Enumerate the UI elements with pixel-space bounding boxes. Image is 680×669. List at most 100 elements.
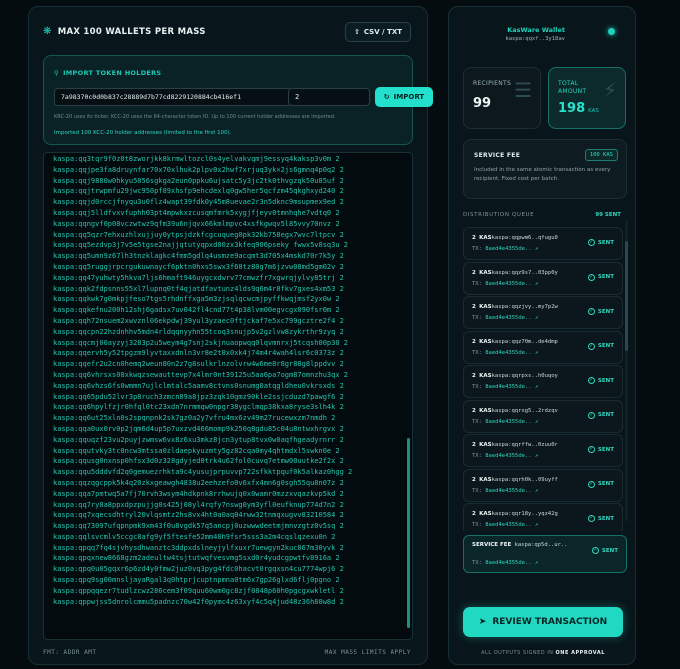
queue-item-status-text: SENT xyxy=(597,515,614,522)
wallet-status-dot xyxy=(608,28,615,35)
queue-item-status-text: SENT xyxy=(597,239,614,246)
queue-item-status: ✓ SENT xyxy=(587,446,614,453)
address-line: kaspa:qpq9sg00mnsljayaRgal3q0htprjcuptnp… xyxy=(53,576,340,585)
check-icon: ✓ xyxy=(587,342,595,350)
queue-item-tx-hash[interactable]: 8aed4e4355de.. xyxy=(485,384,531,390)
batch-input-panel: ❋ MAX 100 WALLETS PER MASS ⇧ CSV / TXT ⚲… xyxy=(28,6,433,665)
address-textarea[interactable]: kaspa:qq3tqr9f0z0t8zworjkk8krmwltozcl0s4… xyxy=(43,152,413,640)
queue-item-tx-hash[interactable]: 8aed4e4355de.. xyxy=(485,246,531,252)
total-label-line2: AMOUNT xyxy=(558,88,587,95)
address-line: kaspa:qq73097ufqpnpmk9xm43f0u8vgdk57q5an… xyxy=(53,522,344,531)
queue-item-tx-hash[interactable]: 8aed4e4355de.. xyxy=(485,488,531,494)
queue-item-status: ✓ SENT xyxy=(587,377,614,384)
address-line: kaspa:qqutvky3tc0ncw3mtssa0zldaepkyuzmty… xyxy=(53,446,340,455)
service-item-label: SERVICE FEE xyxy=(472,542,512,548)
import-button[interactable]: ↻ IMPORT xyxy=(375,87,433,107)
external-link-icon[interactable]: ↗ xyxy=(535,560,538,566)
service-item-tx-hash[interactable]: 8aed4e4355de.. xyxy=(485,560,531,566)
address-line: kaspa:qqjpe3fa8druynfar70x70xlhuk2plpv0x… xyxy=(53,165,344,174)
check-icon: ✓ xyxy=(587,480,595,488)
address-line: kaspa:qqa7pmtwq5a7fj70rvh3wsym4hdkpnk8rr… xyxy=(53,489,344,498)
address-line: kaspa:qqu5dddvfd2q0gemuezrhkta9c4yusujpr… xyxy=(53,468,353,477)
address-line: kaspa:qq6ut25xln0s2spqnpnk2sk7gz0a2y7vfr… xyxy=(53,414,336,423)
queue-item-tx-hash[interactable]: 8aed4e4355de.. xyxy=(485,350,531,356)
check-icon: ✓ xyxy=(587,273,595,281)
address-line: kaspa:qqlsvcmlv5ccgc8afg9yf5ftesfe52mm40… xyxy=(53,532,336,541)
format-hint: FMT: ADDR AMT xyxy=(43,649,97,656)
queue-item-line: 2 KASkaspa:qqpwm6..qfugu0 xyxy=(472,235,558,241)
queue-title: DISTRIBUTION QUEUE xyxy=(463,212,535,218)
queue-item-tx-hash[interactable]: 8aed4e4355de.. xyxy=(485,281,531,287)
queue-item-tx-hash[interactable]: 8aed4e4355de.. xyxy=(485,453,531,459)
queue-item-tx: TX: 8aed4e4355de.. ↗ xyxy=(472,349,539,356)
queue-item-status: ✓ SENT xyxy=(587,273,614,281)
address-line: kaspa:qq5umn9z67lh3tnzklagkc4fmm5gdlq4us… xyxy=(53,252,344,261)
queue-item-tx: TX: 8aed4e4355de.. ↗ xyxy=(472,384,539,390)
external-link-icon[interactable]: ↗ xyxy=(535,384,538,390)
external-link-icon[interactable]: ↗ xyxy=(535,246,538,252)
external-link-icon[interactable]: ↗ xyxy=(535,488,538,494)
review-transaction-button[interactable]: ➤ REVIEW TRANSACTION xyxy=(463,607,623,637)
queue-item-tx-hash[interactable]: 8aed4e4355de.. xyxy=(485,315,531,321)
address-line: kaspa:qqk2fdpsnns55xl7lupnq0tf4qjatdfavt… xyxy=(53,284,344,293)
service-fee-title: SERVICE FEE xyxy=(474,152,521,159)
amount-input[interactable]: 2 xyxy=(288,88,370,106)
queue-item-tx-hash[interactable]: 8aed4e4355de.. xyxy=(485,419,531,425)
address-line: kaspa:qqh72nsuem2xwvznl06ekpdwj39yul3yza… xyxy=(53,316,344,325)
queue-item-address: kaspa:qqrpxs..h0uqoy xyxy=(491,373,558,379)
queue-item-status-text: SENT xyxy=(597,446,614,453)
queue-item: 2 KASkaspa:qqrffw..0zuu0r TX: 8aed4e4355d… xyxy=(463,434,623,467)
queue-item-line: 2 KASkaspa:qqrh0k..09uyff xyxy=(472,477,558,483)
external-link-icon[interactable]: ↗ xyxy=(535,453,538,459)
external-link-icon[interactable]: ↗ xyxy=(535,419,538,425)
address-line: kaspa:qquqzf23vu2puyjzwmsw6vx8z6xu3mkz8j… xyxy=(53,435,344,444)
queue-item-amount: 2 xyxy=(472,476,476,483)
queue-item-amount: 2 xyxy=(472,442,476,448)
total-amount-label: TOTAL AMOUNT xyxy=(558,80,586,96)
queue-count: 99 SENT xyxy=(595,212,621,218)
csv-upload-label: CSV / TXT xyxy=(363,28,402,36)
queue-item: 2 KASkaspa:qqrpxs..h0uqoy TX: 8aed4e4355d… xyxy=(463,365,623,398)
textarea-scrollbar[interactable] xyxy=(407,438,410,628)
import-status: Imported 100 KCC-20 holder addresses (li… xyxy=(54,130,232,136)
summary-panel: KasWare Wallet kaspa:qqxf..3y18av RECIPI… xyxy=(448,6,636,665)
queue-item-address: kaspa:qqr18y..yqz42g xyxy=(491,511,558,517)
address-line: kaspa:qq65pdu52lvr3p8ruch3zmcn89a8jpz3zq… xyxy=(53,392,344,401)
csv-upload-button[interactable]: ⇧ CSV / TXT xyxy=(345,22,411,42)
import-icon: ↻ xyxy=(383,93,390,101)
queue-scrollbar[interactable] xyxy=(625,241,628,351)
queue-item-amount: 2 xyxy=(472,269,476,276)
check-icon: ✓ xyxy=(587,239,595,246)
queue-item: 2 KASkaspa:qqz9s7..03pp0y TX: 8aed4e4355d… xyxy=(463,261,623,295)
queue-item-tx-hash[interactable]: 8aed4e4355de.. xyxy=(485,522,531,528)
queue-item-amount: 2 xyxy=(472,511,476,517)
external-link-icon[interactable]: ↗ xyxy=(535,315,538,321)
queue-item-unit: KAS xyxy=(479,407,492,414)
address-line: kaspa:qqa0ux0rv0p2jqm6d4up5p7uxzvd466mom… xyxy=(53,424,344,433)
address-line: kaspa:qqj9880w0hkyu5056sgkga2eun0ppku6uj… xyxy=(53,176,344,185)
queue-item-line: 2 KASkaspa:qqzjvy..my7p2w xyxy=(472,304,558,310)
address-line: kaspa:qq5ruggjrpcrgukuwnaycf6pktn0hxs5sw… xyxy=(53,262,344,271)
address-line: kaspa:qq5qzr7ehxuzhlxujjuy0ytpsjdzkfcgcu… xyxy=(53,230,344,239)
check-icon: ✓ xyxy=(587,515,595,522)
service-fee-card: SERVICE FEE 100 KAS Included in the same… xyxy=(463,139,627,199)
total-amount-card: TOTAL AMOUNT 198 KAS ⚡ xyxy=(548,67,626,129)
external-link-icon[interactable]: ↗ xyxy=(535,350,538,356)
bolt-icon: ⚡ xyxy=(602,78,617,102)
queue-item-status: ✓ SENT xyxy=(587,342,614,350)
import-holders-box: ⚲ IMPORT TOKEN HOLDERS 7a98370c0d0b837c2… xyxy=(43,55,433,145)
queue-item-line: 2 KASkaspa:qqr18y..yqz42g xyxy=(472,511,558,517)
distribution-queue[interactable]: 2 KASkaspa:qqr18y..yqz42g TX: 8aed4e4355d… xyxy=(463,221,629,531)
queue-item-status: ✓ SENT xyxy=(587,308,614,315)
queue-item-tx: TX: 8aed4e4355de.. ↗ xyxy=(472,522,539,528)
send-icon: ➤ xyxy=(478,617,487,627)
queue-item-line: 2 KASkaspa:qqrxg5..2rdzqv xyxy=(472,408,558,414)
external-link-icon[interactable]: ↗ xyxy=(535,522,538,528)
token-id-input[interactable]: 7a98370c0d0b837c28889d7b77cd8229120884cb… xyxy=(54,88,292,106)
recipients-value: 99 xyxy=(473,96,492,111)
queue-item-address: kaspa:qqpwm6..qfugu0 xyxy=(491,235,558,241)
external-link-icon[interactable]: ↗ xyxy=(535,281,538,287)
signing-note-text: ALL OUTPUTS SIGNED IN xyxy=(481,650,554,656)
address-line: kaspa:qqkwk7g0mkpjfeso7tgs5rhdnffxga5m3z… xyxy=(53,295,340,304)
address-line: kaspa:qq6hpylfzjr0hfql0tc23xdn7nrmmqw0np… xyxy=(53,403,344,412)
